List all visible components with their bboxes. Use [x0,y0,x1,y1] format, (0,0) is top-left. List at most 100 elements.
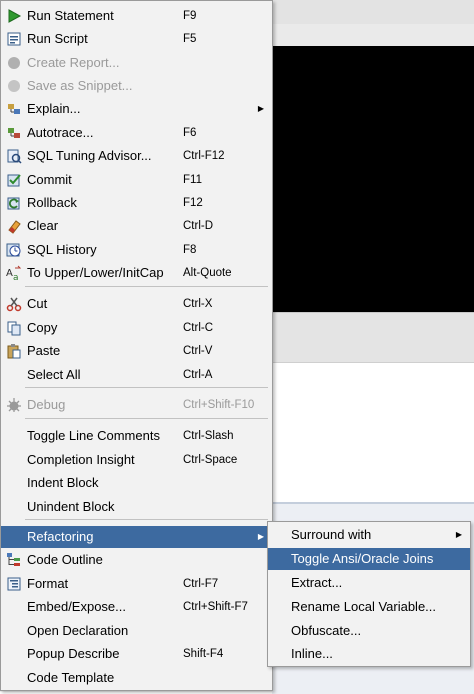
menu-item-paste[interactable]: Paste Ctrl-V [1,340,272,362]
menu-item-label: Debug [27,397,66,412]
menu-item-label: Toggle Ansi/Oracle Joins [291,551,434,566]
results-panel [272,362,474,503]
menu-item-label: Popup Describe [27,646,120,661]
menu-item-unindent-block[interactable]: Unindent Block [1,496,272,518]
menu-item-indent-block[interactable]: Indent Block [1,472,272,494]
menu-item-label: Code Outline [27,552,103,567]
menu-item-label: Select All [27,367,81,382]
menu-item-create-report: Create Report... [1,52,272,74]
history-icon [6,242,22,258]
menu-item-popup-describe[interactable]: Popup Describe Shift-F4 [1,643,272,665]
submenu-item-extract[interactable]: Extract... [268,572,470,594]
menu-item-shortcut: F9 [183,10,197,22]
menu-item-label: Indent Block [27,475,99,490]
worksheet-editor[interactable] [272,46,474,312]
menu-item-open-declaration[interactable]: Open Declaration [1,620,272,642]
case-icon: Aa [6,265,22,283]
menu-item-shortcut: Ctrl-F12 [183,150,225,162]
menu-item-shortcut: F11 [183,174,202,186]
menu-item-shortcut: Ctrl-C [183,322,214,334]
menu-item-clear[interactable]: Clear Ctrl-D [1,215,272,237]
paste-icon [6,343,22,359]
menu-item-label: Format [27,576,69,591]
menu-item-shortcut: Shift-F4 [183,648,224,660]
menu-item-shortcut: Ctrl-Space [183,454,238,466]
menu-item-label: Code Template [27,670,115,685]
menu-item-completion-insight[interactable]: Completion Insight Ctrl-Space [1,449,272,471]
menu-item-sql-history[interactable]: SQL History F8 [1,239,272,261]
menu-item-explain[interactable]: Explain... ▶ [1,98,272,120]
menu-item-run-script[interactable]: Run Script F5 [1,28,272,50]
submenu-item-inline[interactable]: Inline... [268,643,470,665]
menu-item-shortcut: Ctrl-F7 [183,578,219,590]
menu-item-shortcut: Ctrl+Shift-F7 [183,601,248,613]
menu-item-label: SQL History [27,242,97,257]
menu-item-label: Inline... [291,646,333,661]
menu-item-debug: Debug Ctrl+Shift-F10 [1,394,272,416]
script-icon [6,31,22,47]
menu-item-shortcut: F6 [183,127,197,139]
menu-item-label: Explain... [27,101,81,116]
menu-item-label: Rename Local Variable... [291,599,437,614]
results-toolbar [272,312,474,363]
menu-item-label: Paste [27,343,61,358]
menu-item-refactoring[interactable]: Refactoring ▶ [1,526,272,548]
menu-item-shortcut: F12 [183,197,203,209]
menu-separator [25,519,268,520]
menu-item-code-outline[interactable]: Code Outline [1,549,272,571]
menu-item-save-snippet: Save as Snippet... [1,75,272,97]
menu-item-commit[interactable]: Commit F11 [1,169,272,191]
submenu-item-toggle-ansi-oracle-joins[interactable]: Toggle Ansi/Oracle Joins [268,548,470,570]
submenu-item-surround-with[interactable]: Surround with ▶ [268,524,470,546]
submenu-arrow-icon: ▶ [455,530,462,539]
report-icon [6,55,22,71]
menu-item-label: Toggle Line Comments [27,428,160,443]
menu-item-cut[interactable]: Cut Ctrl-X [1,293,272,315]
explain-icon [6,101,22,117]
menu-item-shortcut: Ctrl-Slash [183,430,234,442]
menu-item-shortcut: Ctrl+Shift-F10 [183,399,255,411]
svg-text:A: A [6,268,13,279]
menu-item-code-template[interactable]: Code Template [1,667,272,689]
menu-item-label: Refactoring [27,529,94,544]
menu-item-label: Commit [27,172,72,187]
menu-item-sql-tuning-advisor[interactable]: SQL Tuning Advisor... Ctrl-F12 [1,145,272,167]
eraser-icon [6,218,22,234]
menu-item-label: Copy [27,320,58,335]
menu-item-label: To Upper/Lower/InitCap [27,265,164,280]
autotrace-icon [6,125,22,141]
submenu-arrow-icon: ▶ [257,104,264,113]
submenu-item-rename-local-variable[interactable]: Rename Local Variable... [268,596,470,618]
editor-context-menu: Run Statement F9 Run Script F5 Create Report… [0,0,273,691]
menu-item-label: Embed/Expose... [27,599,126,614]
format-icon [6,576,22,592]
menu-item-shortcut: Ctrl-D [183,220,214,232]
menu-item-label: Surround with [291,527,372,542]
menu-item-shortcut: F5 [183,33,197,45]
run-icon [6,8,22,24]
refactoring-submenu: Surround with ▶ Toggle Ansi/Oracle Joins Ex… [267,521,471,667]
menu-item-toggle-line-comments[interactable]: Toggle Line Comments Ctrl-Slash [1,425,272,447]
menu-item-label: Run Script [27,31,88,46]
menu-item-shortcut: Ctrl-A [183,369,213,381]
copy-icon [6,320,22,336]
menu-separator [25,418,268,419]
menu-item-label: Extract... [291,575,343,590]
editor-toolbar [272,24,474,46]
outline-icon [6,552,22,568]
menu-item-autotrace[interactable]: Autotrace... F6 [1,122,272,144]
menu-item-copy[interactable]: Copy Ctrl-C [1,317,272,339]
menu-item-label: Open Declaration [27,623,129,638]
menu-item-embed-expose[interactable]: Embed/Expose... Ctrl+Shift-F7 [1,596,272,618]
svg-text:a: a [13,273,19,281]
menu-item-rollback[interactable]: Rollback F12 [1,192,272,214]
submenu-item-obfuscate[interactable]: Obfuscate... [268,620,470,642]
scissors-icon [6,296,22,312]
menu-item-select-all[interactable]: Select All Ctrl-A [1,364,272,386]
menu-item-label: Cut [27,296,48,311]
menu-separator [25,387,268,388]
menu-item-run-statement[interactable]: Run Statement F9 [1,5,272,27]
menu-item-label: Rollback [27,195,77,210]
menu-item-to-upper-lower[interactable]: Aa To Upper/Lower/InitCap Alt-Quote [1,262,272,284]
menu-item-format[interactable]: Format Ctrl-F7 [1,573,272,595]
